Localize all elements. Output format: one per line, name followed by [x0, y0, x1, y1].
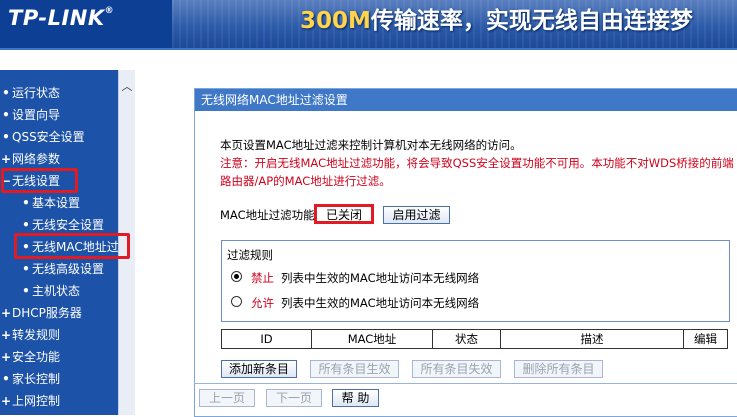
sidebar-item-forwarding[interactable]: +转发规则: [0, 324, 60, 346]
rule-deny-label: 禁止: [251, 271, 274, 285]
filter-label: MAC地址过滤功能：: [220, 208, 327, 222]
header-banner: TP-LINK® 300M传输速率，实现无线自由连接梦: [0, 0, 737, 50]
sidebar-item-parental[interactable]: • 家长控制: [0, 368, 60, 390]
panel-title: 无线网络MAC地址过滤设置: [195, 89, 737, 111]
add-entry-button[interactable]: 添加新条目: [221, 360, 297, 378]
logo-area: TP-LINK®: [0, 0, 172, 50]
highlight-mac-filter: [14, 233, 130, 259]
sidebar-item-wizard[interactable]: • 设置向导: [0, 104, 60, 126]
col-status: 状态: [433, 330, 501, 348]
filter-status: 已关闭: [314, 204, 374, 224]
rule-deny-text: 列表中生效的MAC地址访问本无线网络: [281, 271, 480, 285]
header-divider: [0, 48, 737, 50]
intro-text: 本页设置MAC地址过滤来控制计算机对本无线网络的访问。: [220, 138, 522, 152]
enable-all-button[interactable]: 所有条目生效: [310, 360, 399, 378]
sidebar-item-host-status[interactable]: • 主机状态: [20, 280, 80, 302]
highlight-wireless: [1, 168, 78, 193]
delete-all-button[interactable]: 删除所有条目: [514, 360, 603, 378]
mac-table-header: ID MAC地址 状态 描述 编辑: [221, 329, 728, 349]
warning-line-1: 注意：开启无线MAC地址过滤功能，将会导致QSS安全设置功能不可用。本功能不对W…: [220, 156, 734, 170]
sidebar-item-status[interactable]: • 运行状态: [0, 82, 60, 104]
banner-slogan: 300M传输速率，实现无线自由连接梦: [300, 8, 693, 34]
col-mac: MAC地址: [312, 330, 433, 348]
rule-allow-label: 允许: [251, 296, 274, 310]
next-page-button[interactable]: 下一页: [266, 389, 322, 407]
sidebar-item-basic[interactable]: • 基本设置: [20, 192, 80, 214]
rules-title: 过滤规则: [227, 248, 273, 262]
prev-page-button[interactable]: 上一页: [199, 389, 255, 407]
col-desc: 描述: [501, 330, 684, 348]
sidebar-item-dhcp[interactable]: +DHCP服务器: [0, 302, 82, 324]
sidebar-item-security[interactable]: +安全功能: [0, 346, 60, 368]
sidebar-item-wireless-advanced[interactable]: • 无线高级设置: [20, 258, 104, 280]
footer-divider: [194, 383, 737, 384]
tp-link-logo: TP-LINK®: [8, 6, 115, 30]
col-id: ID: [222, 330, 312, 348]
rule-allow-text: 列表中生效的MAC地址访问本无线网络: [281, 296, 480, 310]
help-button[interactable]: 帮 助: [332, 389, 379, 407]
sidebar-item-qss[interactable]: • QSS安全设置: [0, 126, 85, 148]
disable-all-button[interactable]: 所有条目失效: [412, 360, 501, 378]
radio-deny[interactable]: [231, 271, 242, 282]
chevron-up-icon[interactable]: ︿: [120, 80, 134, 94]
sidebar-item-network[interactable]: +网络参数: [0, 148, 60, 170]
enable-filter-button[interactable]: 启用过滤: [383, 206, 450, 224]
warning-line-2: 路由器/AP的MAC地址进行过滤。: [220, 174, 391, 188]
col-edit: 编辑: [694, 332, 717, 346]
sidebar-item-access-control[interactable]: +上网控制: [0, 390, 60, 412]
radio-allow[interactable]: [231, 296, 242, 307]
